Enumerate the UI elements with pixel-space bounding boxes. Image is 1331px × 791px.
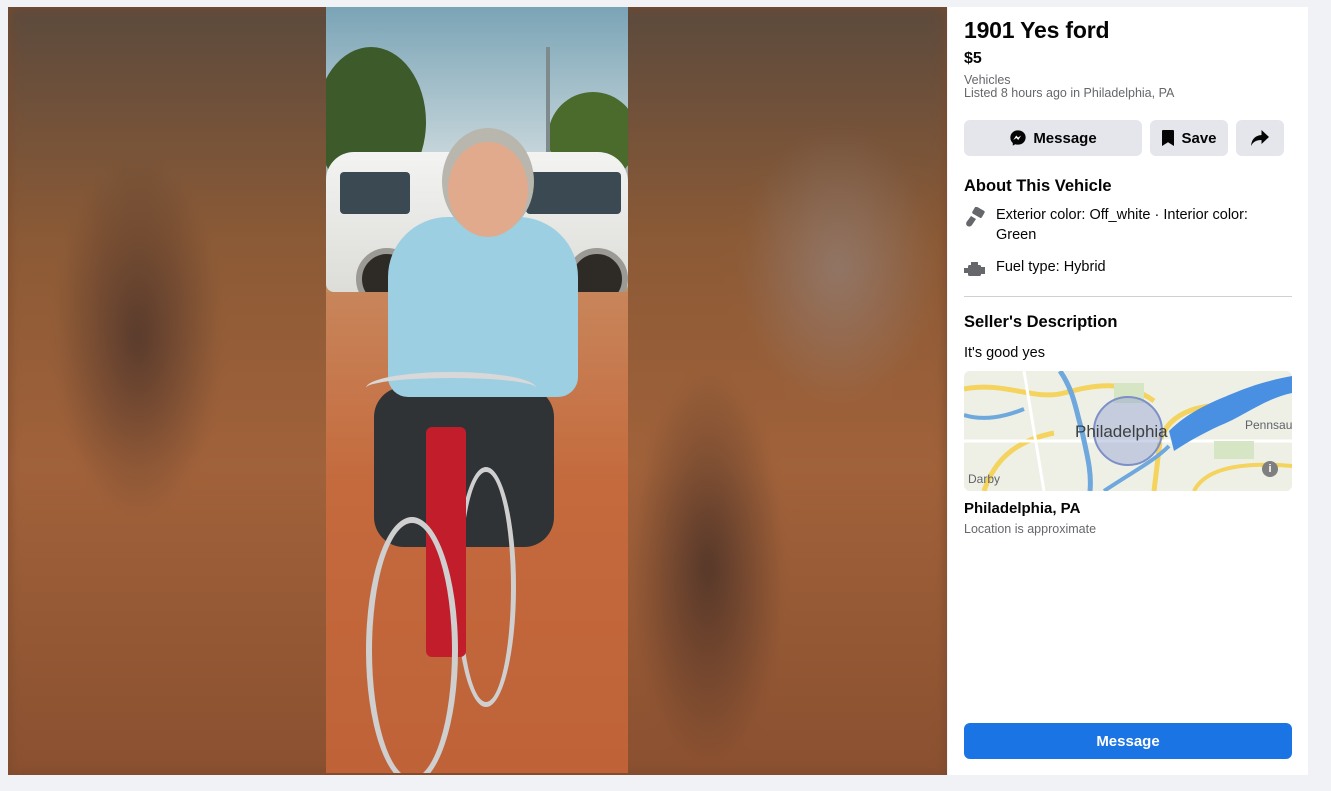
photo-person <box>388 217 578 397</box>
location-map[interactable]: Philadelphia Pennsau Darby i <box>964 371 1292 491</box>
photo-viewer[interactable] <box>8 7 947 775</box>
paint-brush-icon <box>964 206 986 229</box>
color-detail-text: Exterior color: Off_white · Interior col… <box>996 207 1248 243</box>
location-name: Philadelphia, PA <box>964 500 1081 517</box>
listing-title: 1901 Yes ford <box>964 17 1110 43</box>
message-button[interactable]: Message <box>964 120 1142 156</box>
share-arrow-icon <box>1251 130 1269 146</box>
listing-price: $5 <box>964 50 982 67</box>
about-vehicle-heading: About This Vehicle <box>964 177 1112 195</box>
seller-description-text: It's good yes <box>964 345 1045 361</box>
primary-message-button[interactable]: Message <box>964 723 1292 759</box>
location-note: Location is approximate <box>964 522 1097 536</box>
listing-photo <box>326 7 628 773</box>
seller-description-heading: Seller's Description <box>964 313 1118 331</box>
listing-meta: Listed 8 hours ago in Philadelphia, PA <box>964 86 1175 100</box>
primary-message-label: Message <box>1096 732 1160 750</box>
messenger-icon <box>1009 129 1027 147</box>
section-divider <box>964 296 1292 297</box>
save-button-label: Save <box>1181 129 1217 147</box>
fuel-detail: Fuel type: Hybrid <box>964 257 1292 279</box>
fuel-detail-text: Fuel type: Hybrid <box>996 259 1106 275</box>
info-icon[interactable]: i <box>1262 461 1278 477</box>
save-button[interactable]: Save <box>1150 120 1228 156</box>
map-city-label: Philadelphia <box>1075 422 1168 441</box>
listing-category-link[interactable]: Vehicles <box>964 73 1011 87</box>
engine-icon <box>964 259 986 281</box>
share-button[interactable] <box>1236 120 1284 156</box>
message-button-label: Message <box>1033 129 1097 147</box>
action-bar: Message Save <box>964 120 1292 156</box>
color-detail: Exterior color: Off_white · Interior col… <box>964 205 1292 247</box>
map-east-label: Pennsau <box>1245 418 1292 432</box>
map-west-label: Darby <box>968 472 1001 486</box>
bookmark-icon <box>1161 130 1175 146</box>
listing-details-panel: 1901 Yes ford $5 Vehicles Listed 8 hours… <box>948 7 1308 775</box>
